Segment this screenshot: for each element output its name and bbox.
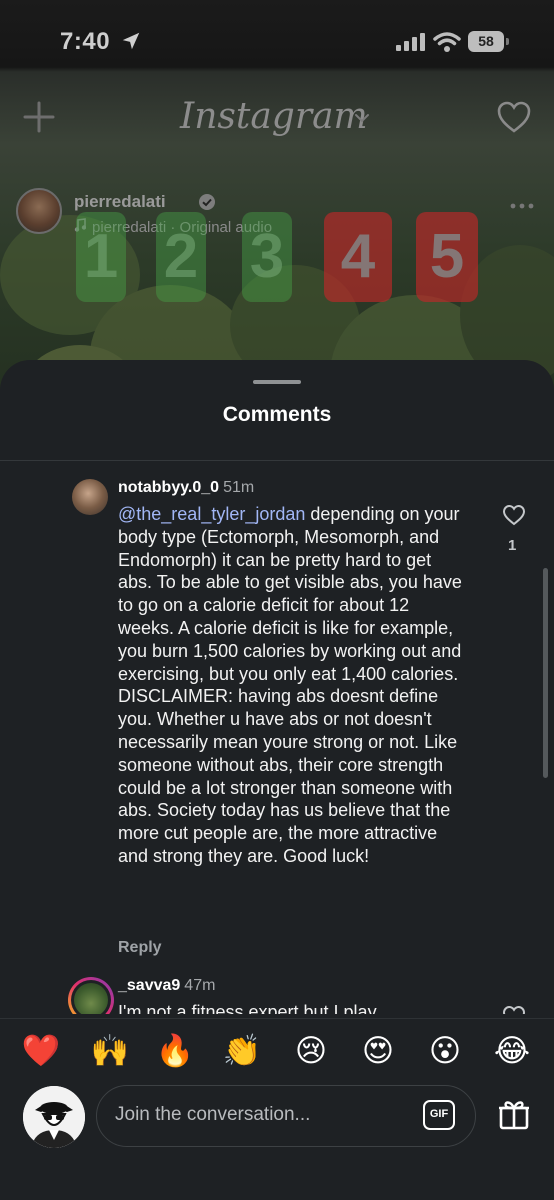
comment-item: _savva9 47m I'm not a fitness expert but … [71, 977, 542, 1014]
comment-time: 51m [223, 479, 255, 496]
comment-username[interactable]: notabbyy.0_0 [118, 479, 219, 496]
comment-like-heart-icon[interactable] [502, 504, 526, 526]
emoji-fire[interactable]: 🔥 [155, 1031, 195, 1071]
heart-notifications-icon[interactable] [496, 100, 532, 134]
more-options-icon[interactable] [510, 202, 534, 210]
commenter-avatar[interactable] [72, 479, 108, 515]
comment-input[interactable] [115, 1086, 405, 1144]
comment-input-container[interactable]: GIF [96, 1085, 476, 1147]
status-time: 7:40 [60, 28, 111, 55]
emoji-surprised-face[interactable]: 😮 [425, 1031, 465, 1071]
emoji-raising-hands[interactable]: 🙌 [90, 1031, 130, 1071]
post-number-tiles: 1 2 3 4 5 [76, 212, 496, 302]
comment-header: _savva9 47m [118, 977, 215, 995]
tile-4: 4 [324, 212, 392, 302]
sheet-grab-handle[interactable] [253, 380, 301, 384]
tile-1: 1 [76, 212, 126, 302]
emoji-clapping-hands[interactable]: 👏 [222, 1031, 262, 1071]
my-avatar[interactable] [23, 1086, 85, 1148]
commenter-avatar-story-ring[interactable] [68, 977, 114, 1014]
battery-indicator: 58 [468, 31, 509, 52]
tile-2: 2 [156, 212, 206, 302]
instagram-header: Instagram [0, 92, 554, 150]
location-arrow-icon [122, 32, 140, 50]
verified-badge-icon [199, 194, 215, 210]
emoji-crying-face[interactable]: 😢 [291, 1031, 331, 1071]
cellular-signal-icon [396, 33, 425, 51]
gif-button[interactable]: GIF [423, 1100, 455, 1130]
gift-icon[interactable] [496, 1096, 532, 1132]
comment-mention[interactable]: @the_real_tyler_jordan [118, 504, 305, 524]
comment-time: 47m [184, 977, 216, 994]
comment-text: @the_real_tyler_jordan depending on your… [118, 503, 468, 868]
comment-body: depending on your body type (Ectomorph, … [118, 504, 462, 866]
comments-list[interactable]: notabbyy.0_0 51m @the_real_tyler_jordan d… [0, 461, 554, 1014]
comment-like-count: 1 [508, 537, 517, 554]
plus-icon[interactable] [22, 100, 56, 134]
comment-header: notabbyy.0_0 51m [118, 479, 254, 497]
emoji-tears-of-joy[interactable]: 😂 [492, 1031, 532, 1071]
comments-title: Comments [222, 403, 332, 426]
emoji-heart-eyes[interactable]: 😍 [358, 1031, 398, 1071]
tile-3: 3 [242, 212, 292, 302]
cartoon-avatar-icon [23, 1086, 85, 1148]
tile-5: 5 [416, 212, 478, 302]
comment-text: I'm not a fitness expert but I play [118, 1002, 377, 1014]
post-username[interactable]: pierredalati [74, 192, 166, 212]
comment-username[interactable]: _savva9 [118, 977, 180, 994]
wifi-icon [433, 32, 461, 52]
emoji-red-heart[interactable]: ❤️ [21, 1031, 61, 1071]
emoji-reaction-bar: ❤️ 🙌 🔥 👏 😢 😍 😮 😂 [0, 1018, 554, 1078]
instagram-logo[interactable]: Instagram [180, 96, 368, 137]
comment-like-heart-icon[interactable] [502, 1005, 526, 1014]
comment-composer: GIF [0, 1078, 554, 1200]
comment-item: notabbyy.0_0 51m @the_real_tyler_jordan d… [72, 479, 542, 969]
chevron-down-icon[interactable] [354, 112, 370, 124]
status-bar: 7:40 58 [0, 0, 554, 84]
comments-scrollbar[interactable] [543, 568, 548, 778]
post-author-avatar[interactable] [16, 188, 62, 234]
reply-button[interactable]: Reply [118, 939, 162, 957]
